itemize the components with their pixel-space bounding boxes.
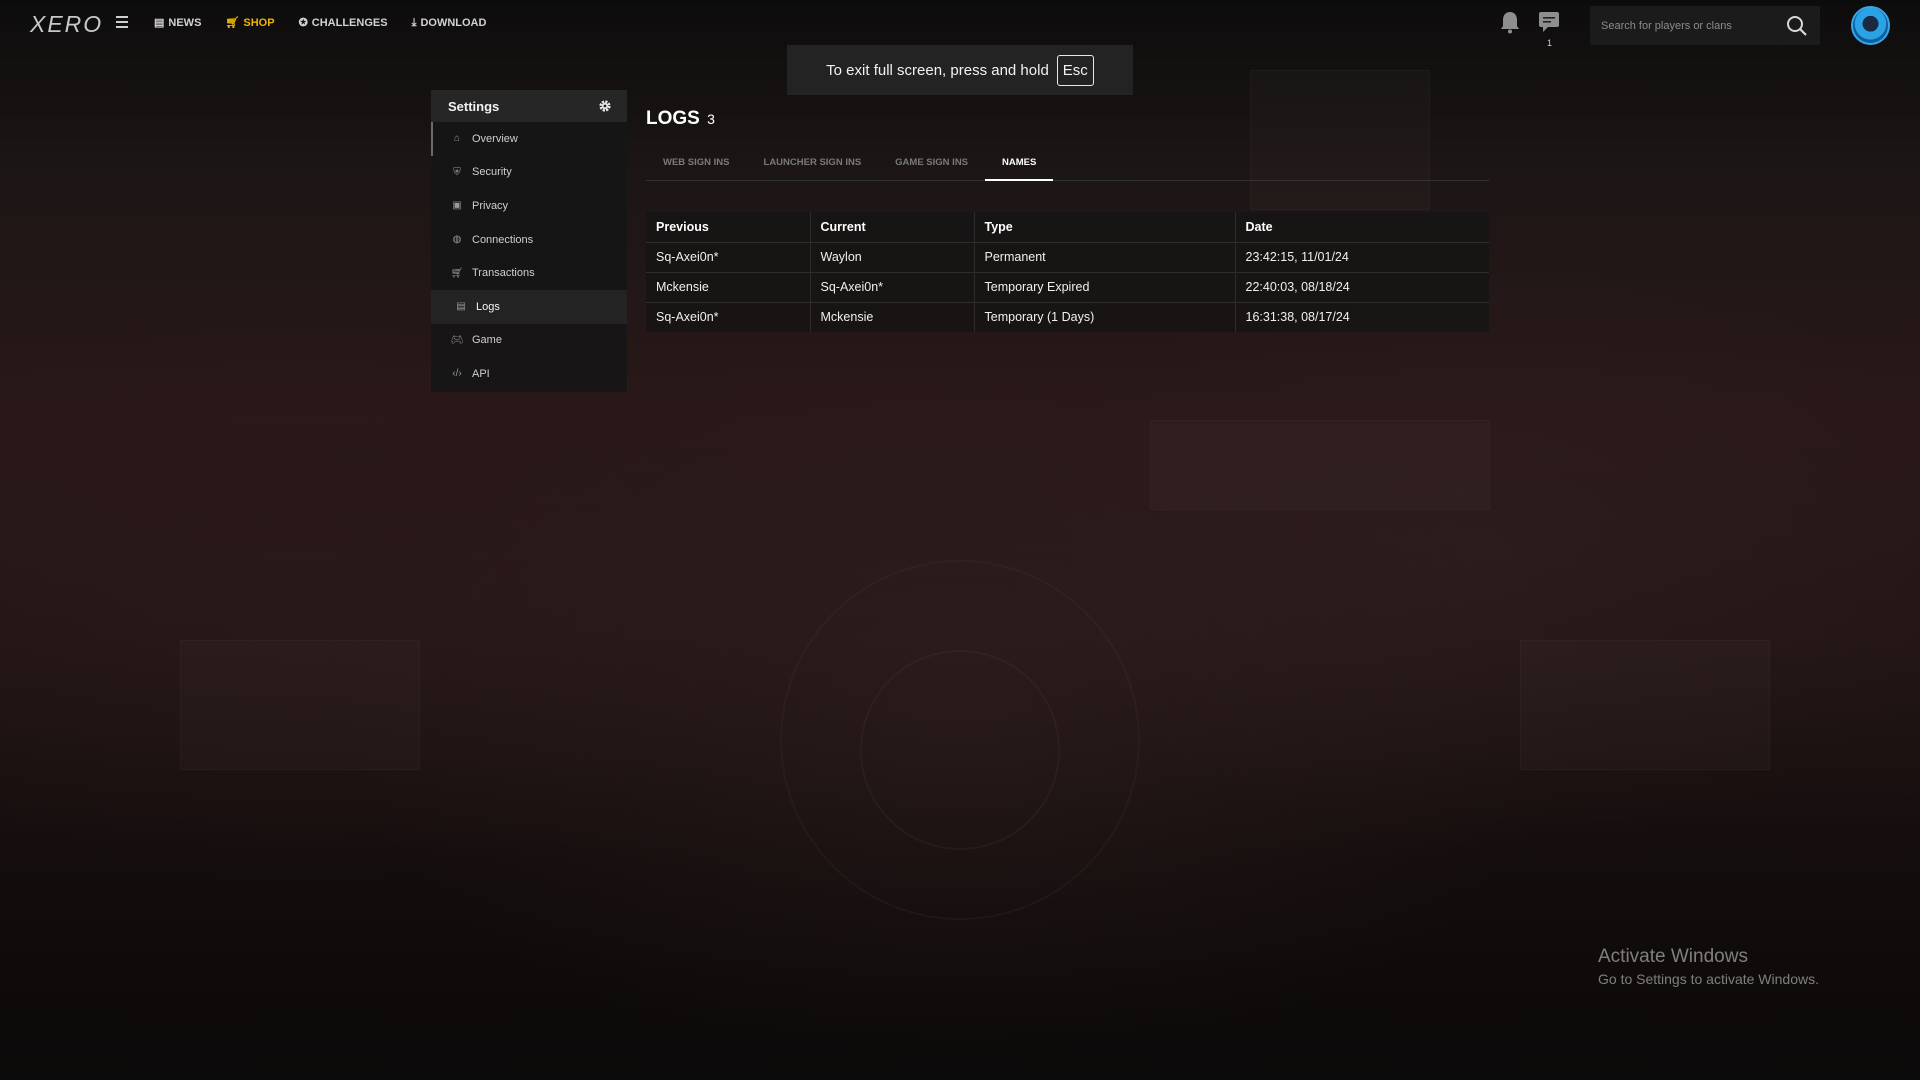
search-box <box>1590 6 1820 45</box>
background-machine-panel <box>1520 640 1770 770</box>
table-header-row: Previous Current Type Date <box>646 212 1489 242</box>
sidebar-item-security[interactable]: ⛨ Security <box>431 156 627 190</box>
nav-download[interactable]: ⤓ DOWNLOAD <box>412 17 487 29</box>
column-header-previous: Previous <box>646 212 811 242</box>
tab-game-sign-ins[interactable]: GAME SIGN INS <box>878 152 985 181</box>
cell-current: Waylon <box>810 241 975 272</box>
nav-news[interactable]: ▤ NEWS <box>154 17 201 29</box>
sidebar-item-label: Logs <box>476 300 500 313</box>
table-row: Sq-Axei0n* Mckensie Temporary (1 Days) 1… <box>646 301 1489 332</box>
shield-icon: ⛨ <box>453 166 461 178</box>
sidebar-item-overview[interactable]: ⌂ Overview <box>431 122 627 156</box>
tab-names[interactable]: NAMES <box>985 152 1054 181</box>
watermark-subtitle: Go to Settings to activate Windows. <box>1598 971 1819 987</box>
sidebar-item-game[interactable]: 🎮︎ Game <box>431 324 627 358</box>
code-icon: ‹/› <box>452 368 462 380</box>
download-icon: ⤓ <box>411 16 417 29</box>
cell-previous: Sq-Axei0n* <box>646 241 811 272</box>
top-navigation-bar: XERO ▤ NEWS 🛒︎ SHOP ✪ CHALLENGES ⤓ DOWNL… <box>0 0 1920 50</box>
sidebar-item-connections[interactable]: ◍ Connections <box>431 223 627 257</box>
column-header-current: Current <box>810 212 975 242</box>
bell-icon[interactable] <box>1499 10 1521 34</box>
settings-title: Settings <box>448 98 500 114</box>
background-machine-panel <box>1150 420 1490 510</box>
sidebar-item-label: Privacy <box>472 199 509 212</box>
settings-sidebar-header: Settings <box>431 90 627 122</box>
cell-date: 23:42:15, 11/01/24 <box>1235 241 1489 272</box>
search-icon[interactable] <box>1786 15 1808 37</box>
watermark-title: Activate Windows <box>1598 946 1748 967</box>
table-row: Sq-Axei0n* Waylon Permanent 23:42:15, 11… <box>646 241 1489 272</box>
cell-type: Temporary (1 Days) <box>974 301 1236 332</box>
sidebar-item-transactions[interactable]: 🛒︎ Transactions <box>431 256 627 290</box>
logs-panel: LOGS 3 WEB SIGN INS LAUNCHER SIGN INS GA… <box>646 100 1489 340</box>
tab-launcher-sign-ins[interactable]: LAUNCHER SIGN INS <box>747 152 879 181</box>
nav-news-label: NEWS <box>168 17 202 29</box>
activate-windows-watermark: Activate Windows Go to Settings to activ… <box>1598 946 1819 987</box>
home-icon: ⌂ <box>453 133 461 145</box>
settings-menu: ⌂ Overview ⛨ Security ▣ Privacy ◍ Connec… <box>431 122 627 391</box>
nav-challenges[interactable]: ✪ CHALLENGES <box>299 17 388 29</box>
background-machine-panel <box>180 640 420 770</box>
newspaper-icon: ▤ <box>154 16 165 29</box>
gamepad-icon: 🎮︎ <box>450 334 464 346</box>
sidebar-item-label: API <box>472 367 490 380</box>
nav-download-label: DOWNLOAD <box>420 17 487 29</box>
messages-count: 1 <box>1547 38 1553 48</box>
sidebar-item-logs[interactable]: ▤ Logs <box>431 289 627 324</box>
sidebar-item-label: Overview <box>472 132 518 145</box>
messages-icon[interactable] <box>1538 11 1560 33</box>
nav-shop-label: SHOP <box>243 17 275 29</box>
cell-current: Mckensie <box>810 301 975 332</box>
esc-key-badge: Esc <box>1056 54 1094 86</box>
fullscreen-exit-notice: To exit full screen, press and hold Esc <box>787 45 1133 95</box>
gear-icon[interactable] <box>598 99 612 113</box>
medal-icon: ✪ <box>298 16 308 29</box>
document-icon: ▤ <box>456 301 466 313</box>
sidebar-item-label: Connections <box>472 233 534 246</box>
page-title: LOGS 3 <box>646 108 715 130</box>
sidebar-item-label: Transactions <box>472 267 535 280</box>
sidebar-item-label: Game <box>472 334 502 347</box>
xero-logo[interactable]: XERO <box>30 11 103 38</box>
column-header-type: Type <box>974 212 1236 242</box>
sidebar-item-api[interactable]: ‹/› API <box>431 357 627 391</box>
names-log-table: Previous Current Type Date Sq-Axei0n* Wa… <box>646 212 1489 332</box>
nav-shop[interactable]: 🛒︎ SHOP <box>225 17 274 29</box>
cell-date: 22:40:03, 08/18/24 <box>1235 271 1489 302</box>
sidebar-item-label: Security <box>472 166 512 179</box>
background-gear-hub <box>860 650 1060 850</box>
nav-challenges-label: CHALLENGES <box>311 17 388 29</box>
cell-previous: Mckensie <box>646 271 811 302</box>
column-header-date: Date <box>1245 219 1273 234</box>
cart-icon: 🛒︎ <box>225 16 240 29</box>
tab-web-sign-ins[interactable]: WEB SIGN INS <box>646 152 747 181</box>
cell-type: Permanent <box>974 241 1236 272</box>
cart-icon: 🛒︎ <box>450 267 464 279</box>
user-avatar[interactable] <box>1851 6 1890 45</box>
lock-icon: ▣ <box>452 200 462 212</box>
logs-count: 3 <box>707 111 715 127</box>
fullscreen-notice-text: To exit full screen, press and hold <box>826 61 1049 79</box>
logs-tabs: WEB SIGN INS LAUNCHER SIGN INS GAME SIGN… <box>646 152 1489 181</box>
globe-icon: ◍ <box>452 234 462 246</box>
cell-previous: Sq-Axei0n* <box>646 301 811 332</box>
cell-current: Sq-Axei0n* <box>810 271 975 302</box>
search-input[interactable] <box>1590 6 1780 45</box>
menu-icon[interactable] <box>116 16 128 28</box>
table-row: Mckensie Sq-Axei0n* Temporary Expired 22… <box>646 271 1489 302</box>
cell-type: Temporary Expired <box>974 271 1236 302</box>
page-title-text: LOGS <box>646 108 700 129</box>
main-nav: ▤ NEWS 🛒︎ SHOP ✪ CHALLENGES ⤓ DOWNLOAD <box>154 17 486 29</box>
settings-sidebar: Settings ⌂ Overview ⛨ Security ▣ Privacy… <box>431 90 627 392</box>
cell-date: 16:31:38, 08/17/24 <box>1235 301 1489 332</box>
sidebar-item-privacy[interactable]: ▣ Privacy <box>431 189 627 223</box>
